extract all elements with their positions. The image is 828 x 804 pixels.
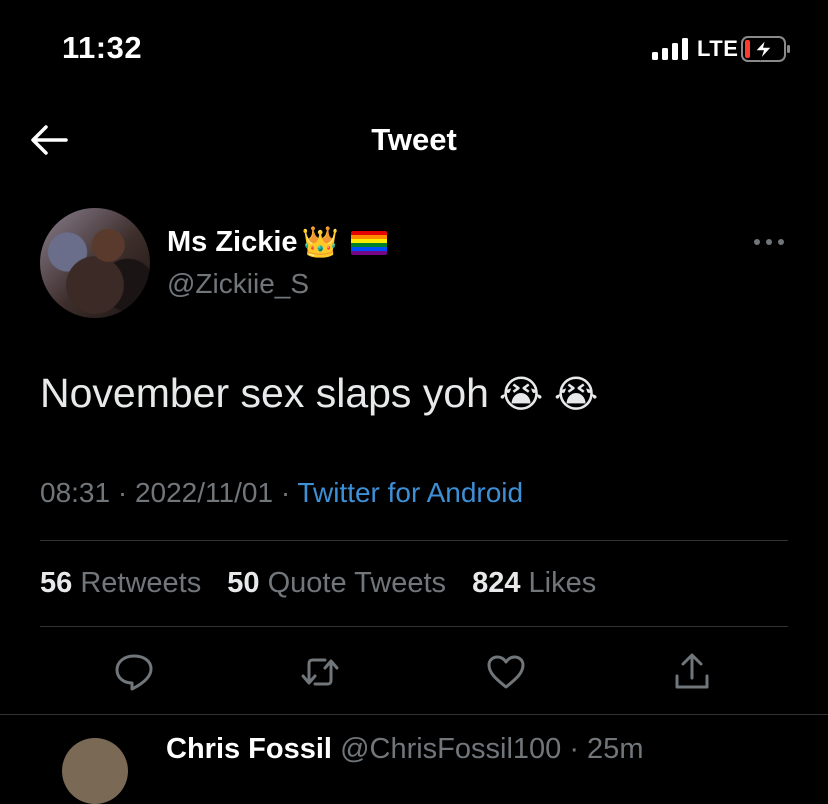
retweets-count: 56	[40, 567, 73, 599]
likes-stat[interactable]: 824 Likes	[472, 567, 596, 599]
reply-icon[interactable]	[114, 652, 154, 692]
author-name-row[interactable]: Ms Zickie 👑	[167, 226, 387, 259]
tweet-date: 2022/11/01	[134, 477, 274, 508]
retweets-label: Retweets	[80, 567, 202, 599]
share-icon[interactable]	[672, 652, 712, 692]
tweet-meta: 08:31 · 2022/11/01 · Twitter for Android	[40, 477, 523, 509]
network-type: LTE	[697, 36, 739, 61]
divider	[0, 714, 828, 715]
divider	[40, 626, 788, 627]
tweet-time: 08:31	[40, 477, 111, 508]
reply-author-meta: @ChrisFossil100 · 25m	[340, 733, 644, 765]
quote-tweets-stat[interactable]: 50 Quote Tweets	[227, 567, 446, 599]
reply-author-name: Chris Fossil	[166, 733, 332, 765]
meta-separator: ·	[280, 477, 291, 508]
avatar[interactable]	[40, 208, 150, 318]
likes-count: 824	[472, 567, 521, 599]
more-options-icon[interactable]	[752, 236, 786, 248]
page-title: Tweet	[371, 122, 457, 157]
tweet-stats: 56 Retweets 50 Quote Tweets 824 Likes	[40, 567, 596, 600]
crying-emoji: 😭 😭	[498, 374, 599, 416]
like-icon[interactable]	[486, 652, 526, 692]
tweet-body: November sex slaps yoh	[40, 370, 489, 416]
reply-preview[interactable]: Chris Fossil @ChrisFossil100 · 25m	[166, 733, 643, 766]
battery-charging-icon	[741, 36, 790, 62]
meta-separator: ·	[117, 477, 128, 508]
likes-label: Likes	[528, 567, 597, 599]
status-time: 11:32	[62, 30, 143, 65]
rainbow-flag-icon	[350, 230, 387, 255]
author-handle[interactable]: @Zickiie_S	[167, 268, 309, 300]
tweet-text: November sex slaps yoh 😭 😭	[40, 370, 598, 417]
quotes-count: 50	[227, 567, 260, 599]
retweets-stat[interactable]: 56 Retweets	[40, 567, 201, 599]
retweet-icon[interactable]	[300, 652, 340, 692]
author-name[interactable]: Ms Zickie	[167, 226, 298, 259]
crown-emoji: 👑	[301, 225, 339, 259]
divider	[40, 540, 788, 541]
tweet-source-link[interactable]: Twitter for Android	[297, 477, 523, 508]
signal-strength-icon	[652, 38, 688, 60]
quotes-label: Quote Tweets	[267, 567, 447, 599]
